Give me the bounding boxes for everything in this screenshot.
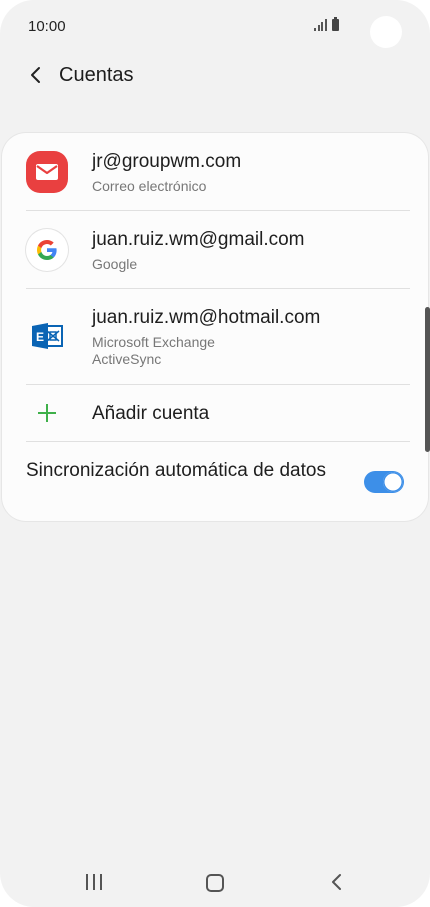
status-time: 10:00	[28, 18, 66, 35]
status-icons	[314, 17, 339, 31]
back-button[interactable]	[20, 60, 50, 90]
home-icon[interactable]	[206, 874, 224, 892]
account-type: Google	[92, 256, 138, 272]
add-account-button[interactable]: Añadir cuenta	[2, 385, 428, 442]
google-icon	[26, 229, 68, 271]
add-account-label: Añadir cuenta	[92, 403, 210, 424]
page-title: Cuentas	[59, 64, 134, 86]
account-name: juan.ruiz.wm@hotmail.com	[92, 307, 321, 328]
scrollbar[interactable]	[425, 307, 430, 452]
account-type-detail: ActiveSync	[92, 351, 162, 367]
status-bar: 10:00	[0, 0, 430, 52]
battery-icon	[331, 17, 339, 31]
svg-text:E: E	[36, 330, 44, 344]
account-name: jr@groupwm.com	[92, 151, 242, 172]
email-app-icon	[26, 151, 68, 193]
auto-sync-label: Sincronización automática de datos	[26, 460, 326, 481]
account-type: Microsoft Exchange	[92, 334, 215, 350]
recents-icon[interactable]	[86, 874, 102, 890]
camera-cutout	[370, 16, 402, 48]
nav-bar	[0, 860, 430, 906]
account-item-groupwm[interactable]: jr@groupwm.com Correo electrónico	[2, 133, 428, 211]
exchange-icon: E	[26, 315, 68, 357]
header: Cuentas	[0, 56, 430, 96]
account-name: juan.ruiz.wm@gmail.com	[92, 229, 305, 250]
plus-icon	[36, 402, 58, 424]
screen: 10:00 Cuentas jr@groupwm.com Correo elec…	[0, 0, 430, 907]
divider	[26, 441, 410, 442]
signal-icon	[314, 19, 327, 31]
auto-sync-toggle[interactable]	[364, 471, 404, 493]
toggle-knob	[383, 472, 403, 492]
account-item-hotmail[interactable]: E juan.ruiz.wm@hotmail.com Microsoft Exc…	[2, 289, 428, 384]
chevron-left-icon	[31, 67, 40, 83]
account-type: Correo electrónico	[92, 178, 207, 194]
accounts-card: jr@groupwm.com Correo electrónico juan.r…	[2, 133, 428, 521]
account-item-gmail[interactable]: juan.ruiz.wm@gmail.com Google	[2, 211, 428, 289]
back-icon[interactable]	[328, 873, 346, 891]
